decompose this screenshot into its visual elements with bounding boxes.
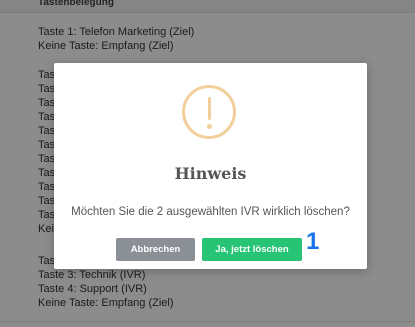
dialog-title: Hinweis — [174, 164, 247, 183]
dialog-message: Möchten Sie die 2 ausgewählten IVR wirkl… — [71, 206, 350, 218]
exclamation-dot — [207, 124, 212, 129]
cancel-button[interactable]: Abbrechen — [116, 238, 195, 261]
annotation-marker: 1 — [306, 228, 320, 255]
confirm-delete-button[interactable]: Ja, jetzt löschen — [202, 238, 302, 261]
exclamation-bar — [208, 97, 211, 120]
warning-exclamation-icon — [182, 85, 236, 139]
